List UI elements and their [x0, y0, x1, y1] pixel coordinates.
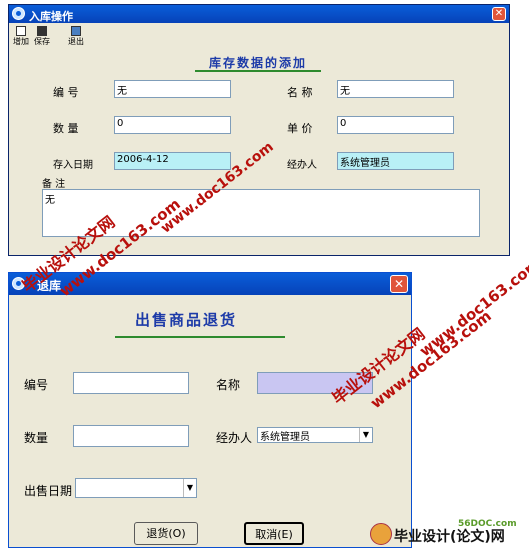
return-goods-button[interactable]: 退货(O) — [134, 522, 198, 545]
code-label: 编 号 — [53, 86, 79, 99]
chevron-down-icon[interactable]: ▼ — [359, 428, 372, 442]
name-input[interactable]: 无 — [337, 80, 454, 98]
quantity-input-2[interactable] — [73, 425, 189, 447]
handler-input[interactable]: 系统管理员 — [337, 152, 454, 170]
name-label-2: 名称 — [216, 378, 241, 392]
add-label: 增加 — [13, 37, 29, 46]
close-button[interactable]: ✕ — [492, 7, 506, 21]
sale-date-label: 出售日期 — [24, 484, 73, 498]
store-date-label: 存入日期 — [53, 160, 93, 171]
quantity-label-2: 数量 — [24, 431, 49, 445]
watermark-site-4: www.doc163.com — [416, 254, 529, 361]
handler-select[interactable]: 系统管理员 ▼ — [257, 427, 373, 443]
store-date-input[interactable]: 2006-4-12 — [114, 152, 231, 170]
cancel-button[interactable]: 取消(E) — [244, 522, 304, 545]
save-button[interactable]: 保存 — [32, 26, 52, 47]
disk-icon — [37, 26, 47, 36]
footer-brand: 毕业设计(论文)网 — [394, 529, 505, 545]
handler-select-value: 系统管理员 — [260, 432, 310, 443]
quantity-label: 数 量 — [53, 122, 79, 135]
page-title: 库存数据的添加 — [209, 56, 308, 70]
handler-label-2: 经办人 — [216, 431, 253, 445]
name-label: 名 称 — [287, 86, 313, 99]
close-button-2[interactable]: ✕ — [390, 275, 408, 293]
footer-logo-icon — [370, 523, 392, 545]
save-label: 保存 — [34, 37, 50, 46]
title-bar: 入库操作 ✕ — [9, 5, 509, 23]
code-input-2[interactable] — [73, 372, 189, 394]
title-underline — [195, 70, 321, 72]
code-input[interactable]: 无 — [114, 80, 231, 98]
app-icon — [12, 7, 25, 20]
handler-label: 经办人 — [287, 160, 317, 171]
code-label-2: 编号 — [24, 378, 49, 392]
add-button[interactable]: 增加 — [11, 26, 31, 47]
new-file-icon — [16, 26, 26, 36]
exit-door-icon — [71, 26, 81, 36]
unit-price-label: 单 价 — [287, 122, 313, 135]
quantity-input[interactable]: 0 — [114, 116, 231, 134]
title-underline-2 — [115, 336, 285, 338]
chevron-down-icon-2[interactable]: ▼ — [183, 479, 196, 497]
exit-label: 退出 — [68, 37, 84, 46]
sale-date-select[interactable]: ▼ — [75, 478, 197, 498]
return-window: 退库 ✕ 出售商品退货 编号 名称 数量 经办人 系统管理员 ▼ 出售日期 ▼ … — [8, 272, 412, 548]
stock-in-window: 入库操作 ✕ 增加 保存 退出 库存数据的添加 编 号 无 名 称 无 数 量 … — [8, 4, 510, 256]
page-title-2: 出售商品退货 — [135, 311, 238, 329]
unit-price-input[interactable]: 0 — [337, 116, 454, 134]
window-title: 入库操作 — [29, 10, 73, 23]
exit-button[interactable]: 退出 — [66, 26, 86, 47]
note-label: 备 注 — [42, 179, 66, 190]
